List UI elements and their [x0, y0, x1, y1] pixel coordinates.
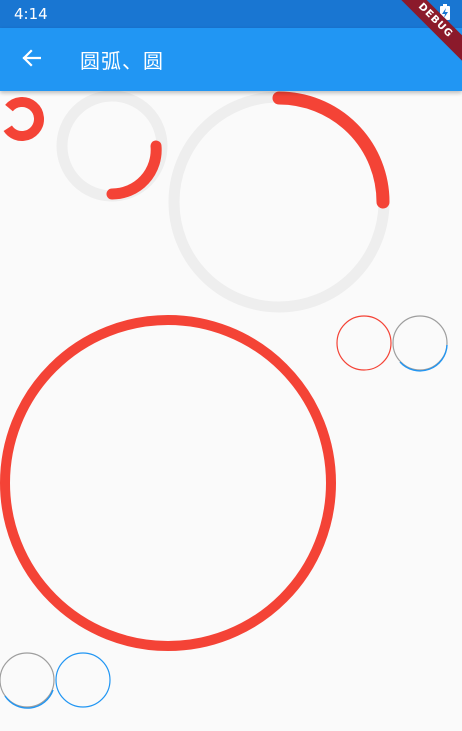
back-button[interactable] — [0, 28, 62, 91]
thin-red-circle — [336, 315, 392, 371]
status-bar: 4:14 — [0, 0, 462, 28]
page-title: 圆弧、圆 — [80, 49, 164, 73]
big-red-circle — [0, 315, 336, 651]
drawing-canvas — [0, 90, 448, 709]
status-time: 4:14 — [14, 5, 48, 23]
thin-blue-arc-right — [399, 344, 448, 372]
large-red-arc — [272, 91, 390, 209]
thin-blue-circle-bottom — [55, 652, 111, 708]
small-red-arc — [0, 97, 44, 141]
arrow-back-icon — [21, 48, 42, 72]
app-bar: 圆弧、圆 — [0, 28, 462, 91]
thin-grey-blue-circle — [392, 315, 448, 371]
